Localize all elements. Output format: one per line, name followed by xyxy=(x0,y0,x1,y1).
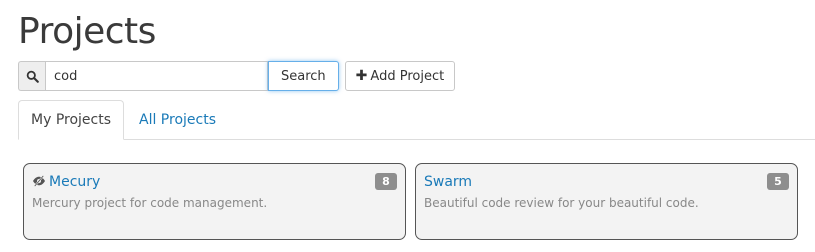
search-button[interactable]: Search xyxy=(268,61,339,91)
add-project-label: Add Project xyxy=(370,68,445,84)
tab-all-projects[interactable]: All Projects xyxy=(127,100,228,139)
project-card-swarm[interactable]: Swarm Beautiful code review for your bea… xyxy=(415,163,798,240)
search-input[interactable] xyxy=(45,61,268,91)
page-title: Projects xyxy=(18,11,156,52)
count-badge: 5 xyxy=(767,173,789,190)
project-card-mecury[interactable]: Mecury Mercury project for code manageme… xyxy=(23,163,406,240)
project-description: Mercury project for code management. xyxy=(32,196,268,210)
search-bar: Search ✚ Add Project xyxy=(18,61,456,91)
project-name[interactable]: Swarm xyxy=(424,174,472,190)
eye-slash-icon xyxy=(33,175,45,187)
add-project-button[interactable]: ✚ Add Project xyxy=(344,61,456,91)
plus-icon: ✚ xyxy=(355,68,368,84)
count-badge: 8 xyxy=(375,173,397,190)
project-tabs: My Projects All Projects xyxy=(18,100,815,140)
tab-my-projects[interactable]: My Projects xyxy=(18,100,124,140)
project-description: Beautiful code review for your beautiful… xyxy=(424,196,699,210)
search-icon xyxy=(18,61,45,91)
project-name[interactable]: Mecury xyxy=(49,174,100,190)
